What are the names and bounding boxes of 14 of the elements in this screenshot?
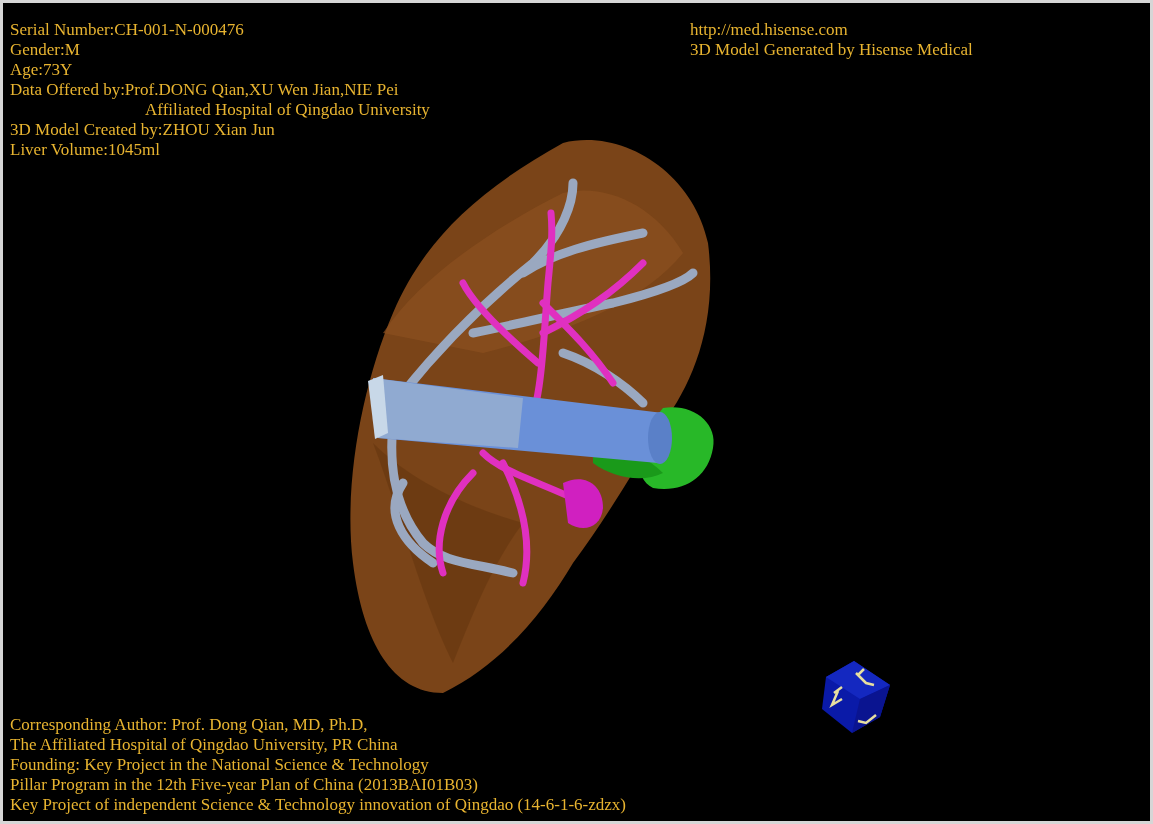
footer-text: Founding: Key Project in the National Science & Technology	[10, 755, 429, 775]
credit-text: 3D Model Generated by Hisense Medical	[690, 40, 973, 60]
info-text: Affiliated Hospital of Qingdao University	[145, 100, 430, 120]
info-text: Data Offered by:Prof.DONG Qian,XU Wen Jian,NIE Pei	[10, 80, 399, 100]
footer-text: Key Project of independent Science & Technology innovation of Qingdao (14-6-1-6-zdzx)	[10, 795, 626, 815]
website-link[interactable]: http://med.hisense.com	[690, 20, 848, 40]
info-text: Age:73Y	[10, 60, 73, 80]
info-text: Gender:M	[10, 40, 80, 60]
info-text: Serial Number:CH-001-N-000476	[10, 20, 244, 40]
info-text: Liver Volume:1045ml	[10, 140, 160, 160]
footer-text: The Affiliated Hospital of Qingdao University, PR China	[10, 735, 398, 755]
footer-text: Pillar Program in the 12th Five-year Plan of China (2013BAI01B03)	[10, 775, 478, 795]
footer-text: Corresponding Author: Prof. Dong Qian, MD, Ph.D,	[10, 715, 368, 735]
info-text: 3D Model Created by:ZHOU Xian Jun	[10, 120, 275, 140]
